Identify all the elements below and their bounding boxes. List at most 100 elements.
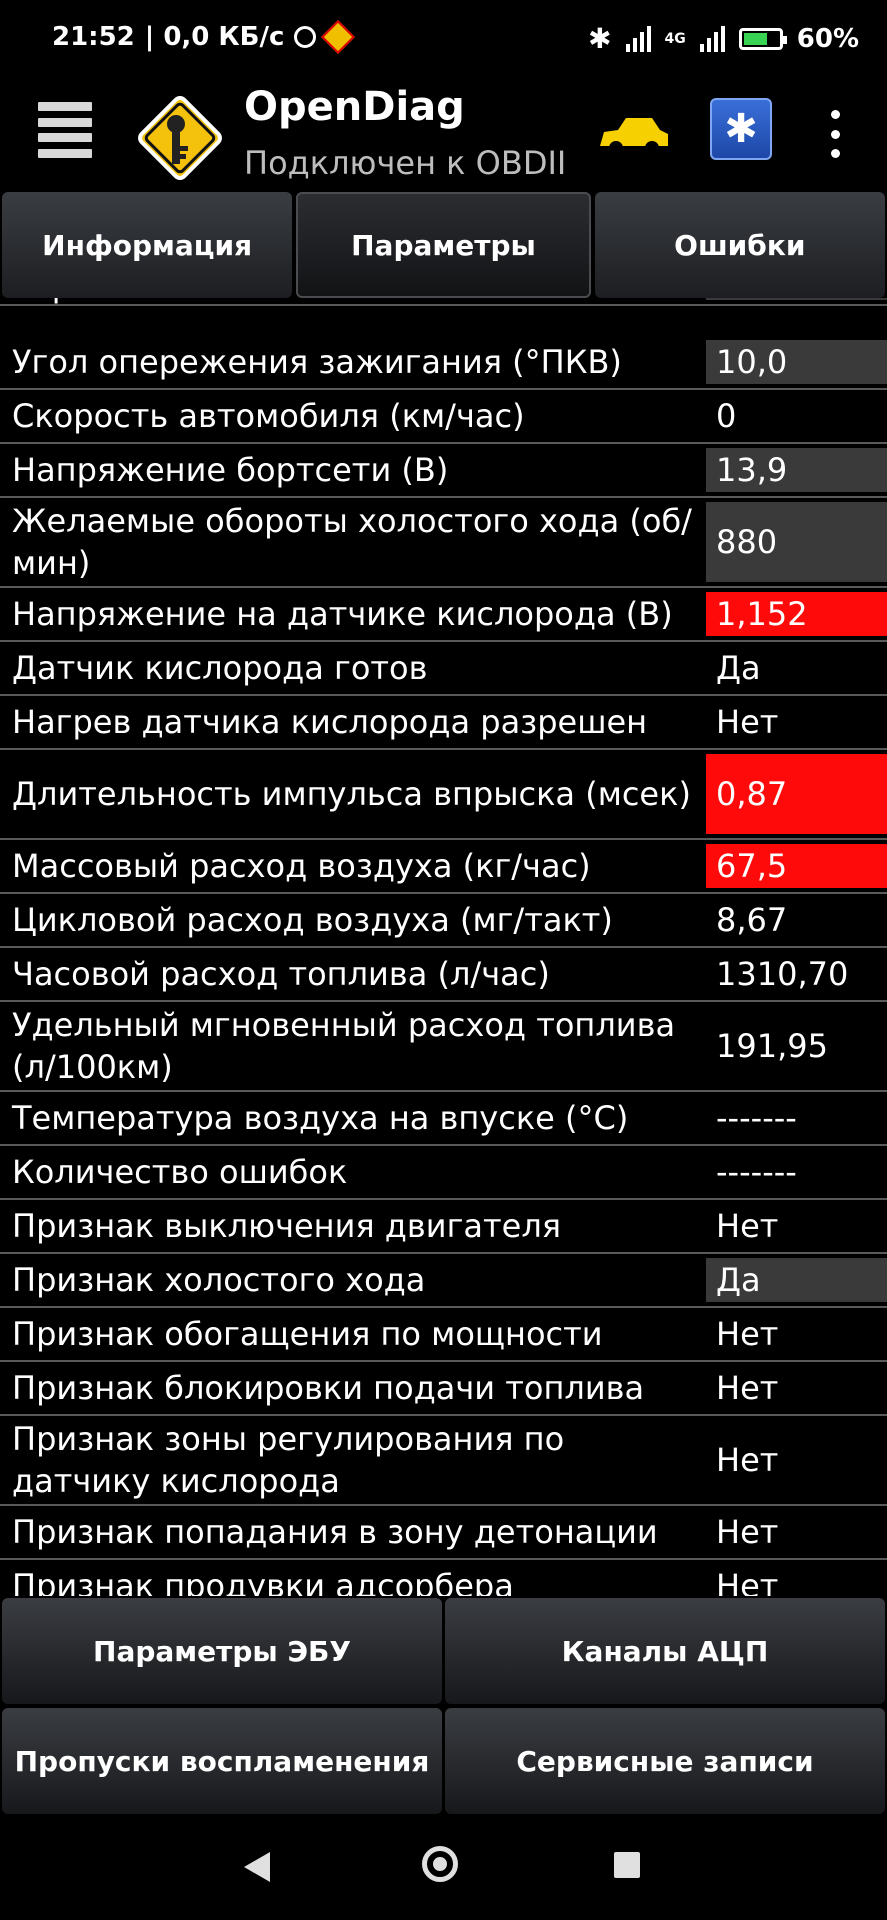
menu-icon[interactable] (38, 102, 92, 158)
misfire-button[interactable]: Пропуски воспламенения (2, 1708, 442, 1814)
tab-info[interactable]: Информация (2, 192, 293, 298)
param-row[interactable]: Признак блокировки подачи топлива Нет (0, 1362, 887, 1416)
param-label: Температура воздуха на впуске (°C) (12, 1099, 629, 1137)
param-row[interactable]: Нагрев датчика кислорода разрешен Нет (0, 696, 887, 750)
param-label: Признак зоны регулирования по датчику ки… (12, 1420, 565, 1500)
param-value: Нет (716, 1567, 779, 1596)
param-label: Удельный мгновенный расход топлива (л/10… (12, 1006, 676, 1086)
param-value: 1,152 (706, 592, 887, 636)
param-row[interactable]: Угол опережения зажигания (°ПКВ) 10,0 (0, 336, 887, 390)
param-row[interactable]: Массовый расход воздуха (кг/час) 67,5 (0, 840, 887, 894)
param-label: Часовой расход топлива (л/час) (12, 955, 550, 993)
param-label: Длительность импульса впрыска (мсек) (12, 775, 691, 813)
param-row[interactable]: Желаемые обороты холостого хода (об/мин)… (0, 498, 887, 588)
param-value: 0 (716, 397, 737, 435)
param-value: 8,67 (716, 901, 788, 939)
status-right: ✱ 4G 60% (588, 22, 859, 55)
bluetooth-status-icon: ✱ (588, 22, 612, 55)
param-label: Признак холостого хода (12, 1261, 426, 1299)
opendiag-logo-icon (138, 96, 222, 180)
param-value: 10,0 (706, 340, 887, 384)
param-row[interactable]: Удельный мгновенный расход топлива (л/10… (0, 1002, 887, 1092)
car-icon[interactable] (596, 110, 672, 160)
param-row[interactable]: Длительность импульса впрыска (мсек) 0,87 (0, 750, 887, 840)
param-label: Признак попадания в зону детонации (12, 1513, 658, 1551)
home-icon[interactable] (422, 1846, 458, 1882)
service-records-button[interactable]: Сервисные записи (445, 1708, 885, 1814)
app-title: OpenDiag (244, 84, 465, 130)
signal-icon (625, 25, 651, 52)
param-label: Признак блокировки подачи топлива (12, 1369, 645, 1407)
battery-level: 60% (796, 23, 859, 54)
param-row[interactable]: Цикловой расход воздуха (мг/такт) 8,67 (0, 894, 887, 948)
signal-icon-2 (699, 25, 725, 52)
param-label: Массовый расход воздуха (кг/час) (12, 847, 591, 885)
param-value: Да (716, 649, 761, 687)
param-row[interactable]: Часовой расход топлива (л/час) 1310,70 (0, 948, 887, 1002)
param-value: 0,87 (706, 754, 887, 834)
param-label: Признак выключения двигателя (12, 1207, 562, 1245)
tab-bar: Информация Параметры Ошибки (0, 192, 887, 298)
bottom-buttons: Параметры ЭБУ Каналы АЦП Пропуски воспла… (0, 1596, 887, 1816)
param-label: Угол опережения зажигания (°ПКВ) (12, 343, 622, 381)
connection-status: Подключен к OBDII (244, 144, 567, 182)
param-label: Признак продувки адсорбера (12, 1567, 514, 1596)
status-bar: 21:52 | 0,0 КБ/с ✱ 4G 60% (0, 0, 887, 82)
param-value: 191,95 (716, 1027, 828, 1065)
param-value: 67,5 (706, 844, 887, 888)
param-value: Нет (716, 1207, 779, 1245)
param-row[interactable]: Признак холостого хода Да (0, 1254, 887, 1308)
app-notification-icon (321, 20, 356, 54)
param-row[interactable]: Скорость автомобиля (км/час) 0 (0, 390, 887, 444)
param-row[interactable]: Количество ошибок ------- (0, 1146, 887, 1200)
status-time: 21:52 (52, 22, 135, 52)
param-value (706, 298, 887, 300)
tab-errors[interactable]: Ошибки (594, 192, 885, 298)
param-label: Напряжение бортсети (В) (12, 451, 449, 489)
param-row[interactable]: Датчик кислорода готов Да (0, 642, 887, 696)
param-row[interactable]: Признак продувки адсорбера Нет (0, 1560, 887, 1596)
param-value: ------- (716, 1099, 797, 1137)
recents-icon[interactable] (614, 1852, 640, 1878)
app-bar: OpenDiag Подключен к OBDII ✱ (0, 82, 887, 192)
overflow-menu-icon[interactable] (830, 110, 840, 158)
param-value: ------- (716, 1153, 797, 1191)
parameter-list[interactable]: впрыска Угол опережения зажигания (°ПКВ) 1… (0, 298, 887, 1596)
param-label: Признак обогащения по мощности (12, 1315, 603, 1353)
param-row[interactable]: впрыска (0, 298, 887, 306)
ecu-params-button[interactable]: Параметры ЭБУ (2, 1598, 442, 1704)
status-speed: | 0,0 КБ/с (144, 22, 285, 52)
alarm-icon (294, 26, 317, 48)
tab-params[interactable]: Параметры (296, 192, 591, 298)
bluetooth-icon[interactable]: ✱ (710, 98, 772, 160)
param-value: Нет (716, 1513, 779, 1551)
battery-icon (738, 27, 787, 50)
param-label: Цикловой расход воздуха (мг/такт) (12, 901, 613, 939)
param-row[interactable]: Признак обогащения по мощности Нет (0, 1308, 887, 1362)
param-row[interactable]: Напряжение бортсети (В) 13,9 (0, 444, 887, 498)
param-label: Нагрев датчика кислорода разрешен (12, 703, 648, 741)
param-row[interactable]: Температура воздуха на впуске (°C) ------… (0, 1092, 887, 1146)
param-value: 880 (706, 502, 887, 582)
param-value: Да (706, 1258, 887, 1302)
param-label: впрыска (12, 298, 697, 305)
system-nav-bar (0, 1816, 887, 1920)
status-left: 21:52 | 0,0 КБ/с (52, 20, 356, 54)
param-row[interactable]: Признак выключения двигателя Нет (0, 1200, 887, 1254)
param-value: 1310,70 (716, 955, 849, 993)
param-label: Напряжение на датчике кислорода (В) (12, 595, 673, 633)
param-label: Количество ошибок (12, 1153, 348, 1191)
param-value: 13,9 (706, 448, 887, 492)
param-value: Нет (716, 1369, 779, 1407)
param-row[interactable]: Напряжение на датчике кислорода (В) 1,152 (0, 588, 887, 642)
back-icon[interactable] (244, 1852, 270, 1882)
param-label: Скорость автомобиля (км/час) (12, 397, 525, 435)
adc-channels-button[interactable]: Каналы АЦП (445, 1598, 885, 1704)
param-label: Желаемые обороты холостого хода (об/мин) (12, 502, 692, 582)
param-row[interactable]: Признак зоны регулирования по датчику ки… (0, 1416, 887, 1506)
param-row[interactable]: Признак попадания в зону детонации Нет (0, 1506, 887, 1560)
param-value: Нет (716, 1315, 779, 1353)
param-value: Нет (716, 703, 779, 741)
network-type: 4G (664, 30, 686, 47)
param-label: Датчик кислорода готов (12, 649, 428, 687)
